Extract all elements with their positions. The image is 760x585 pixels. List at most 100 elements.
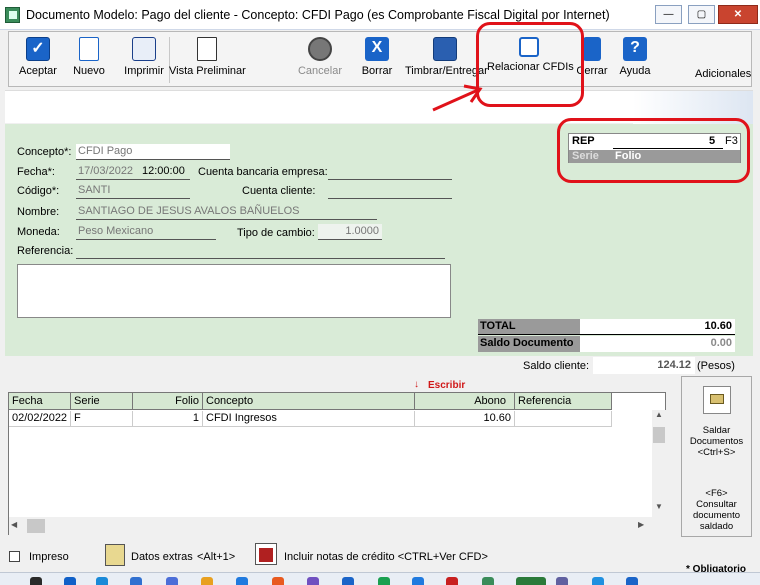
nombre-label: Nombre: — [17, 206, 60, 218]
hscroll-thumb[interactable] — [27, 519, 45, 533]
preview-icon — [197, 37, 217, 61]
impreso-label: Impreso — [29, 551, 69, 563]
moneda-label: Moneda: — [17, 226, 60, 238]
window-title: Documento Modelo: Pago del cliente - Con… — [26, 8, 610, 22]
cuenta-cliente-label: Cuenta cliente: — [242, 185, 316, 197]
taskbar-icon[interactable] — [272, 577, 284, 585]
consultar-documento-button[interactable]: <F6> Consultar documento saldado — [682, 488, 751, 532]
tipo-cambio-label: Tipo de cambio: — [237, 227, 315, 239]
col-concepto[interactable]: Concepto — [203, 393, 415, 410]
hora-field[interactable]: 12:00:00 — [140, 164, 190, 180]
cuenta-cliente-field[interactable] — [328, 183, 452, 199]
side-actions-panel: Saldar Documentos <Ctrl+S> <F6> Consulta… — [681, 376, 752, 537]
codigo-label: Código*: — [17, 185, 60, 197]
cell-referencia[interactable] — [515, 411, 612, 427]
saldar-line2: Documentos — [689, 436, 744, 447]
nombre-field[interactable]: SANTIAGO DE JESUS AVALOS BAÑUELOS — [76, 204, 377, 220]
cell-folio[interactable]: 1 — [133, 411, 203, 427]
taskbar-icon[interactable] — [556, 577, 568, 585]
consultar-line4: saldado — [699, 521, 734, 532]
taskbar-icon[interactable] — [342, 577, 354, 585]
pencil-document-icon — [710, 394, 724, 404]
moneda-field[interactable]: Peso Mexicano — [76, 224, 216, 240]
cuenta-bancaria-field[interactable] — [328, 164, 452, 180]
codigo-field[interactable]: SANTI — [76, 183, 190, 199]
col-serie[interactable]: Serie — [71, 393, 133, 410]
notepad-icon[interactable] — [105, 544, 125, 566]
scroll-left-icon[interactable]: ◀ — [11, 520, 17, 529]
taskbar-icon[interactable] — [412, 577, 424, 585]
consultar-line1: <F6> — [705, 488, 728, 499]
col-fecha[interactable]: Fecha — [9, 393, 71, 410]
nuevo-button[interactable]: Nuevo — [65, 35, 113, 85]
cancelar-button[interactable]: Cancelar — [295, 35, 345, 85]
cell-fecha[interactable]: 02/02/2022 — [9, 411, 71, 427]
scroll-down-icon[interactable]: ▼ — [652, 502, 666, 516]
concepto-label: Concepto*: — [17, 146, 72, 158]
help-icon: ? — [623, 37, 647, 61]
cell-abono[interactable]: 10.60 — [415, 411, 515, 427]
scroll-thumb[interactable] — [653, 427, 665, 443]
vista-preliminar-button[interactable]: Vista Preliminar — [169, 35, 246, 85]
referencia-field[interactable] — [76, 243, 445, 259]
fecha-label: Fecha*: — [17, 166, 55, 178]
aceptar-button[interactable]: ✓ Aceptar — [13, 35, 63, 85]
taskbar-icon[interactable] — [592, 577, 604, 585]
scroll-up-icon[interactable]: ▲ — [652, 410, 666, 426]
exit-door-icon — [583, 37, 601, 61]
close-window-button[interactable]: ✕ — [718, 5, 758, 24]
col-folio[interactable]: Folio — [133, 393, 203, 410]
incluir-notas-credito-button[interactable]: Incluir notas de crédito <CTRL+Ver CFD> — [284, 551, 488, 563]
concepto-field[interactable]: CFDI Pago — [76, 144, 230, 160]
cuenta-bancaria-label: Cuenta bancaria empresa: — [198, 166, 328, 178]
grid-vertical-scrollbar[interactable]: ▲ ▼ — [652, 410, 666, 517]
cancel-icon — [308, 37, 332, 61]
grid-horizontal-scrollbar[interactable]: ◀ ▶ — [9, 517, 666, 535]
taskbar-icon[interactable] — [96, 577, 108, 585]
credit-notes-icon[interactable] — [255, 543, 277, 565]
observaciones-textarea[interactable] — [17, 264, 451, 318]
taskbar-icon[interactable] — [516, 577, 546, 585]
bottom-bar: Impreso Datos extras <Alt+1> Incluir not… — [0, 540, 760, 575]
total-label: TOTAL — [478, 319, 580, 335]
borrar-button[interactable]: X Borrar — [354, 35, 400, 85]
app-icon — [5, 7, 20, 23]
datos-extras-button[interactable]: Datos extras — [131, 551, 193, 563]
taskbar-icon[interactable] — [130, 577, 142, 585]
taskbar-icon[interactable] — [307, 577, 319, 585]
taskbar-icon[interactable] — [626, 577, 638, 585]
taskbar-icon[interactable] — [166, 577, 178, 585]
escribir-label: Escribir — [428, 380, 466, 391]
saldo-documento-value: 0.00 — [580, 336, 735, 352]
maximize-button[interactable]: ▢ — [688, 5, 715, 24]
taskbar-icon[interactable] — [30, 577, 42, 585]
minimize-button[interactable]: — — [655, 5, 682, 24]
referencia-label: Referencia: — [17, 245, 74, 257]
checkmark-icon: ✓ — [26, 37, 50, 61]
tipo-cambio-field[interactable]: 1.0000 — [318, 224, 382, 240]
consultar-line2: Consultar — [696, 499, 737, 510]
impreso-checkbox[interactable] — [9, 551, 20, 562]
taskbar-icon[interactable] — [482, 577, 494, 585]
taskbar-icon[interactable] — [378, 577, 390, 585]
saldar-documentos-button[interactable] — [703, 386, 731, 414]
ayuda-button[interactable]: ? Ayuda — [615, 35, 655, 85]
col-abono[interactable]: Abono — [415, 393, 515, 410]
col-referencia[interactable]: Referencia — [515, 393, 612, 410]
saldar-line1: Saldar — [702, 425, 731, 436]
cell-concepto[interactable]: CFDI Ingresos — [203, 411, 415, 427]
adicionales-menu[interactable]: Adicionales — [695, 68, 751, 80]
scroll-right-icon[interactable]: ▶ — [638, 520, 644, 529]
cell-serie[interactable]: F — [71, 411, 133, 427]
saldar-line3: <Ctrl+S> — [697, 447, 736, 458]
imprimir-button[interactable]: Imprimir — [119, 35, 169, 85]
annotation-highlight-relacionar — [476, 22, 584, 107]
taskbar-icon[interactable] — [446, 577, 458, 585]
fecha-field[interactable]: 17/03/2022 — [76, 164, 140, 180]
taskbar-icon[interactable] — [64, 577, 76, 585]
taskbar-icon[interactable] — [236, 577, 248, 585]
saldar-documentos-label[interactable]: Saldar Documentos <Ctrl+S> — [682, 425, 751, 458]
taskbar-icon[interactable] — [201, 577, 213, 585]
escribir-arrow-icon: ↓ — [414, 379, 419, 390]
saldo-documento-label: Saldo Documento — [478, 336, 580, 352]
